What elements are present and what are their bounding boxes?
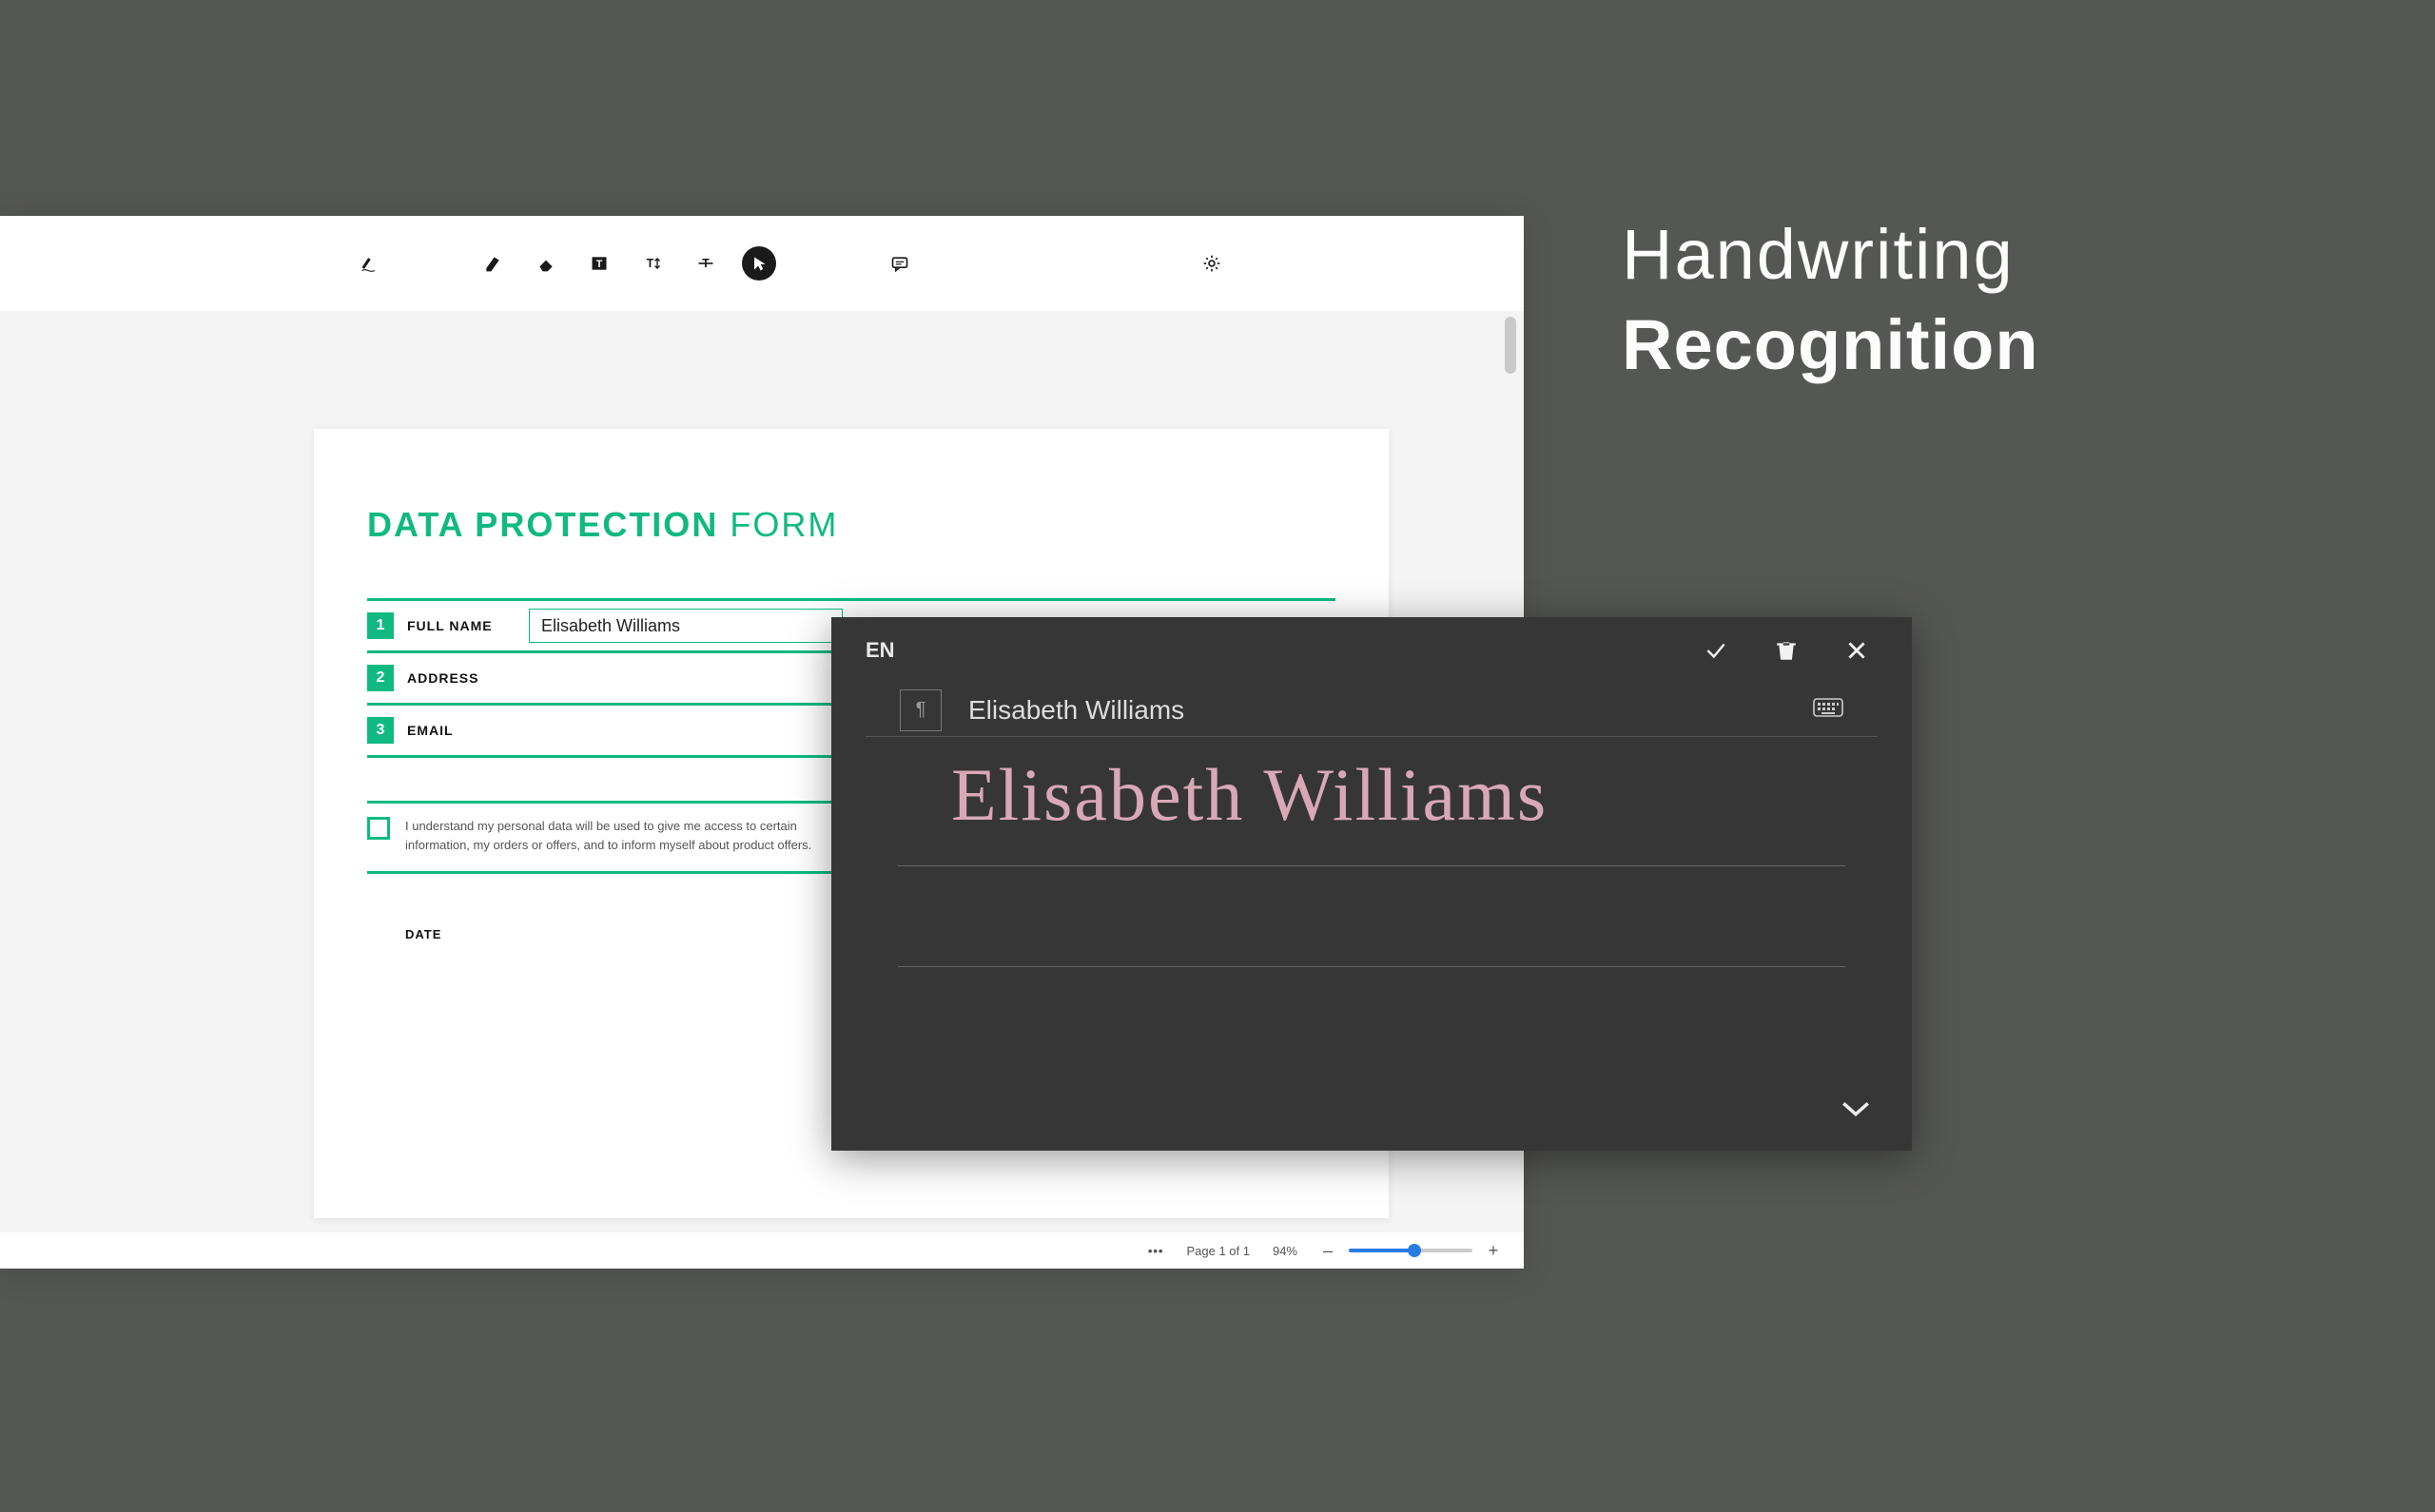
strikethrough-tool-button[interactable]: T [689, 246, 723, 281]
chevron-down-icon [1840, 1098, 1872, 1119]
field-label: ADDRESS [407, 670, 521, 686]
handwriting-ink: Elisabeth Williams [951, 752, 1548, 838]
gear-icon [1202, 254, 1221, 273]
close-icon [1844, 638, 1869, 663]
handwriting-line-1[interactable]: Elisabeth Williams [898, 766, 1845, 866]
zoom-level: 94% [1273, 1244, 1297, 1258]
close-panel-button[interactable] [1836, 630, 1878, 671]
comment-tool-button[interactable] [883, 246, 917, 281]
document-title: DATA PROTECTION FORM [367, 505, 1335, 545]
zoom-control: – + [1320, 1241, 1501, 1261]
zoom-out-button[interactable]: – [1320, 1241, 1335, 1261]
fullname-input[interactable] [529, 609, 843, 643]
confirm-button[interactable] [1695, 630, 1737, 671]
highlighter-tool-button[interactable] [476, 246, 510, 281]
feature-title-line2: Recognition [1622, 304, 2039, 385]
trash-icon [1774, 638, 1799, 663]
delete-button[interactable] [1765, 630, 1807, 671]
paragraph-mark[interactable]: ¶ [900, 689, 942, 731]
eraser-tool-button[interactable] [529, 246, 563, 281]
field-label: FULL NAME [407, 618, 521, 633]
toolbar: T T T [0, 216, 1524, 311]
zoom-slider[interactable] [1349, 1249, 1472, 1252]
svg-text:T: T [647, 257, 654, 270]
status-bar: ••• Page 1 of 1 94% – + [0, 1232, 1524, 1269]
pen-icon [359, 254, 380, 273]
keyboard-icon [1813, 696, 1843, 719]
textbox-tool-button[interactable]: T [582, 246, 616, 281]
svg-text:T: T [596, 259, 603, 270]
field-number: 1 [367, 612, 394, 639]
comment-icon [890, 254, 909, 273]
keyboard-button[interactable] [1813, 696, 1843, 724]
handwriting-panel: EN ¶ Elisabeth Williams Elisabeth Willia… [831, 617, 1912, 1151]
language-selector[interactable]: EN [866, 638, 895, 663]
textbox-icon: T [590, 254, 609, 273]
field-number: 3 [367, 717, 394, 744]
handwriting-line-2[interactable] [898, 866, 1845, 967]
expand-panel-button[interactable] [1840, 1098, 1872, 1124]
document-title-light: FORM [730, 505, 838, 544]
recognition-result-row: ¶ Elisabeth Williams [866, 684, 1878, 737]
strikethrough-icon: T [696, 254, 715, 273]
pointer-icon [750, 254, 769, 273]
highlighter-icon [483, 254, 502, 273]
pointer-tool-button[interactable] [742, 246, 776, 281]
field-label: EMAIL [407, 723, 521, 738]
scrollbar-thumb[interactable] [1505, 317, 1516, 374]
check-icon [1704, 638, 1728, 663]
recognized-text[interactable]: Elisabeth Williams [968, 695, 1813, 726]
eraser-icon [536, 254, 555, 273]
text-height-tool-button[interactable]: T [635, 246, 670, 281]
more-button[interactable]: ••• [1148, 1244, 1164, 1258]
consent-checkbox[interactable] [367, 817, 390, 840]
handwriting-panel-header: EN [831, 617, 1912, 684]
settings-button[interactable] [1195, 246, 1229, 281]
feature-title: Handwriting Recognition [1622, 214, 2039, 385]
consent-text: I understand my personal data will be us… [405, 817, 824, 854]
handwriting-input-area[interactable]: Elisabeth Williams [831, 737, 1912, 967]
feature-title-line1: Handwriting [1622, 214, 2039, 295]
field-number: 2 [367, 665, 394, 691]
text-height-icon: T [643, 254, 662, 273]
page-indicator: Page 1 of 1 [1186, 1244, 1250, 1258]
document-title-bold: DATA PROTECTION [367, 505, 718, 544]
zoom-slider-thumb[interactable] [1408, 1244, 1421, 1257]
zoom-in-button[interactable]: + [1486, 1241, 1501, 1261]
pen-tool-button[interactable] [352, 246, 386, 281]
